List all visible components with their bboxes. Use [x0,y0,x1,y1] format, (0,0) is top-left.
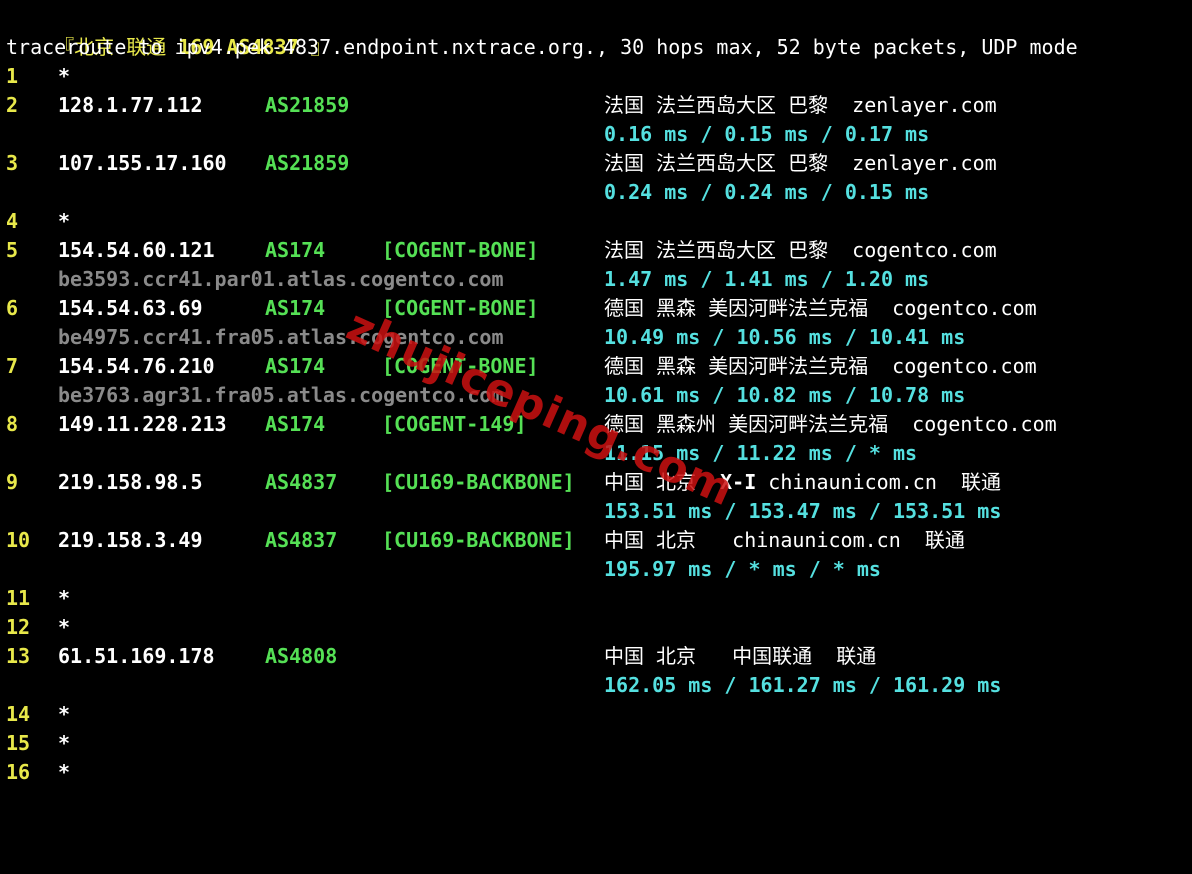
hop-rtt: 10.49 ms / 10.56 ms / 10.41 ms [604,325,966,349]
hop-geo-location: 中国 北京 [604,470,721,494]
hop-detail-row: 153.51 ms / 153.47 ms / 153.51 ms [0,497,1192,526]
hop-detail-row: 162.05 ms / 161.27 ms / 161.29 ms [0,671,1192,700]
hop-number: 5 [6,238,19,262]
hop-row: 5 154.54.60.121 AS174 [COGENT-BONE] 法国 法… [0,236,1192,265]
hop-number: 7 [6,354,19,378]
hop-geo: 德国 黑森州 美因河畔法兰克福 cogentco.com [604,412,1057,436]
hop-geo: 中国 北京 chinaunicom.cn 联通 [604,528,965,552]
hop-hostname: be3763.agr31.fra05.atlas.cogentco.com [58,383,504,407]
hop-ip: 154.54.76.210 [58,354,215,378]
hop-number: 13 [6,644,31,668]
hop-rtt: 10.61 ms / 10.82 ms / 10.78 ms [604,383,966,407]
hop-detail-row: 11.15 ms / 11.22 ms / * ms [0,439,1192,468]
hop-geo: 中国 北京 中国联通 联通 [604,644,877,668]
hop-timeout: * [58,731,71,755]
hop-hostname: be3593.ccr41.par01.atlas.cogentco.com [58,267,504,291]
hop-number: 9 [6,470,19,494]
traceroute-command: traceroute to ipv4.pek-4837.endpoint.nxt… [6,35,1078,59]
hop-ip: 154.54.60.121 [58,238,215,262]
hop-timeout: * [58,615,71,639]
hop-ip: 219.158.3.49 [58,528,203,552]
hop-number: 12 [6,615,31,639]
hop-number: 8 [6,412,19,436]
hop-geo-domain: chinaunicom.cn 联通 [756,470,1001,494]
hop-geo: 德国 黑森 美因河畔法兰克福 cogentco.com [604,296,1037,320]
hop-row: 11 * [0,584,1192,613]
hop-row: 10 219.158.3.49 AS4837 [CU169-BACKBONE] … [0,526,1192,555]
hop-ip: 154.54.63.69 [58,296,203,320]
hop-number: 6 [6,296,19,320]
hop-timeout: * [58,702,71,726]
hop-asn: AS4808 [265,644,338,668]
hop-net-tag: [CU169-BACKBONE] [382,470,575,494]
hop-timeout: * [58,64,71,88]
hop-row: 6 154.54.63.69 AS174 [COGENT-BONE] 德国 黑森… [0,294,1192,323]
hop-row: 12 * [0,613,1192,642]
hop-detail-row: be3593.ccr41.par01.atlas.cogentco.com 1.… [0,265,1192,294]
hop-asn: AS4837 [265,528,338,552]
hop-asn: AS4837 [265,470,338,494]
hop-net-tag: [COGENT-BONE] [382,296,539,320]
hop-rtt: 195.97 ms / * ms / * ms [604,557,881,581]
hop-timeout: * [58,760,71,784]
hop-asn: AS174 [265,412,326,436]
hop-detail-row: 0.24 ms / 0.24 ms / 0.15 ms [0,178,1192,207]
hop-row: 14 * [0,700,1192,729]
hop-net-tag: [CU169-BACKBONE] [382,528,575,552]
hop-row: 3 107.155.17.160 AS21859 法国 法兰西岛大区 巴黎 ze… [0,149,1192,178]
hop-number: 4 [6,209,19,233]
hop-row: 7 154.54.76.210 AS174 [COGENT-BONE] 德国 黑… [0,352,1192,381]
hop-detail-row: 195.97 ms / * ms / * ms [0,555,1192,584]
hop-number: 10 [6,528,31,552]
hop-asn: AS174 [265,354,326,378]
hop-number: 14 [6,702,31,726]
hop-geo: 德国 黑森 美因河畔法兰克福 cogentco.com [604,354,1037,378]
hop-timeout: * [58,209,71,233]
hop-geo: 法国 法兰西岛大区 巴黎 zenlayer.com [604,93,997,117]
hop-rtt: 162.05 ms / 161.27 ms / 161.29 ms [604,673,1002,697]
hop-row: 4 * [0,207,1192,236]
hop-ip: 219.158.98.5 [58,470,203,494]
hop-asn: AS21859 [265,151,350,175]
hop-row: 13 61.51.169.178 AS4808 中国 北京 中国联通 联通 [0,642,1192,671]
hop-hostname: be4975.ccr41.fra05.atlas.cogentco.com [58,325,504,349]
hop-row: 2 128.1.77.112 AS21859 法国 法兰西岛大区 巴黎 zenl… [0,91,1192,120]
hop-geo: 法国 法兰西岛大区 巴黎 cogentco.com [604,238,997,262]
hop-detail-row: 0.16 ms / 0.15 ms / 0.17 ms [0,120,1192,149]
hop-ip: 61.51.169.178 [58,644,215,668]
hop-row: 8 149.11.228.213 AS174 [COGENT-149] 德国 黑… [0,410,1192,439]
hop-number: 1 [6,64,19,88]
hop-net-tag: [COGENT-BONE] [382,238,539,262]
hop-geo-router-code: X-I [720,470,757,494]
hop-timeout: * [58,586,71,610]
hop-row: 1 * [0,62,1192,91]
hop-net-tag: [COGENT-149] [382,412,527,436]
hop-ip: 128.1.77.112 [58,93,203,117]
hop-asn: AS174 [265,238,326,262]
hop-rtt: 11.15 ms / 11.22 ms / * ms [604,441,918,465]
terminal-window: 『北京 联通 169 AS4837 』 traceroute to ipv4.p… [0,0,1192,786]
hop-detail-row: be4975.ccr41.fra05.atlas.cogentco.com 10… [0,323,1192,352]
hop-rtt: 1.47 ms / 1.41 ms / 1.20 ms [604,267,930,291]
hop-row: 16 * [0,758,1192,787]
hop-rtt: 0.24 ms / 0.24 ms / 0.15 ms [604,180,930,204]
hop-number: 15 [6,731,31,755]
hop-detail-row: be3763.agr31.fra05.atlas.cogentco.com 10… [0,381,1192,410]
hop-row: 15 * [0,729,1192,758]
hop-net-tag: [COGENT-BONE] [382,354,539,378]
hop-asn: AS174 [265,296,326,320]
test-header: 『北京 联通 169 AS4837 』 [6,4,331,59]
hop-rtt: 0.16 ms / 0.15 ms / 0.17 ms [604,122,930,146]
hop-number: 11 [6,586,31,610]
hop-number: 2 [6,93,19,117]
hop-row: 9 219.158.98.5 AS4837 [CU169-BACKBONE] 中… [0,468,1192,497]
hop-geo: 法国 法兰西岛大区 巴黎 zenlayer.com [604,151,997,175]
hop-asn: AS21859 [265,93,350,117]
hop-number: 16 [6,760,31,784]
hop-number: 3 [6,151,19,175]
hop-rtt: 153.51 ms / 153.47 ms / 153.51 ms [604,499,1002,523]
hop-ip: 107.155.17.160 [58,151,227,175]
hop-geo: 中国 北京 X-I chinaunicom.cn 联通 [604,468,1001,497]
hop-ip: 149.11.228.213 [58,412,227,436]
